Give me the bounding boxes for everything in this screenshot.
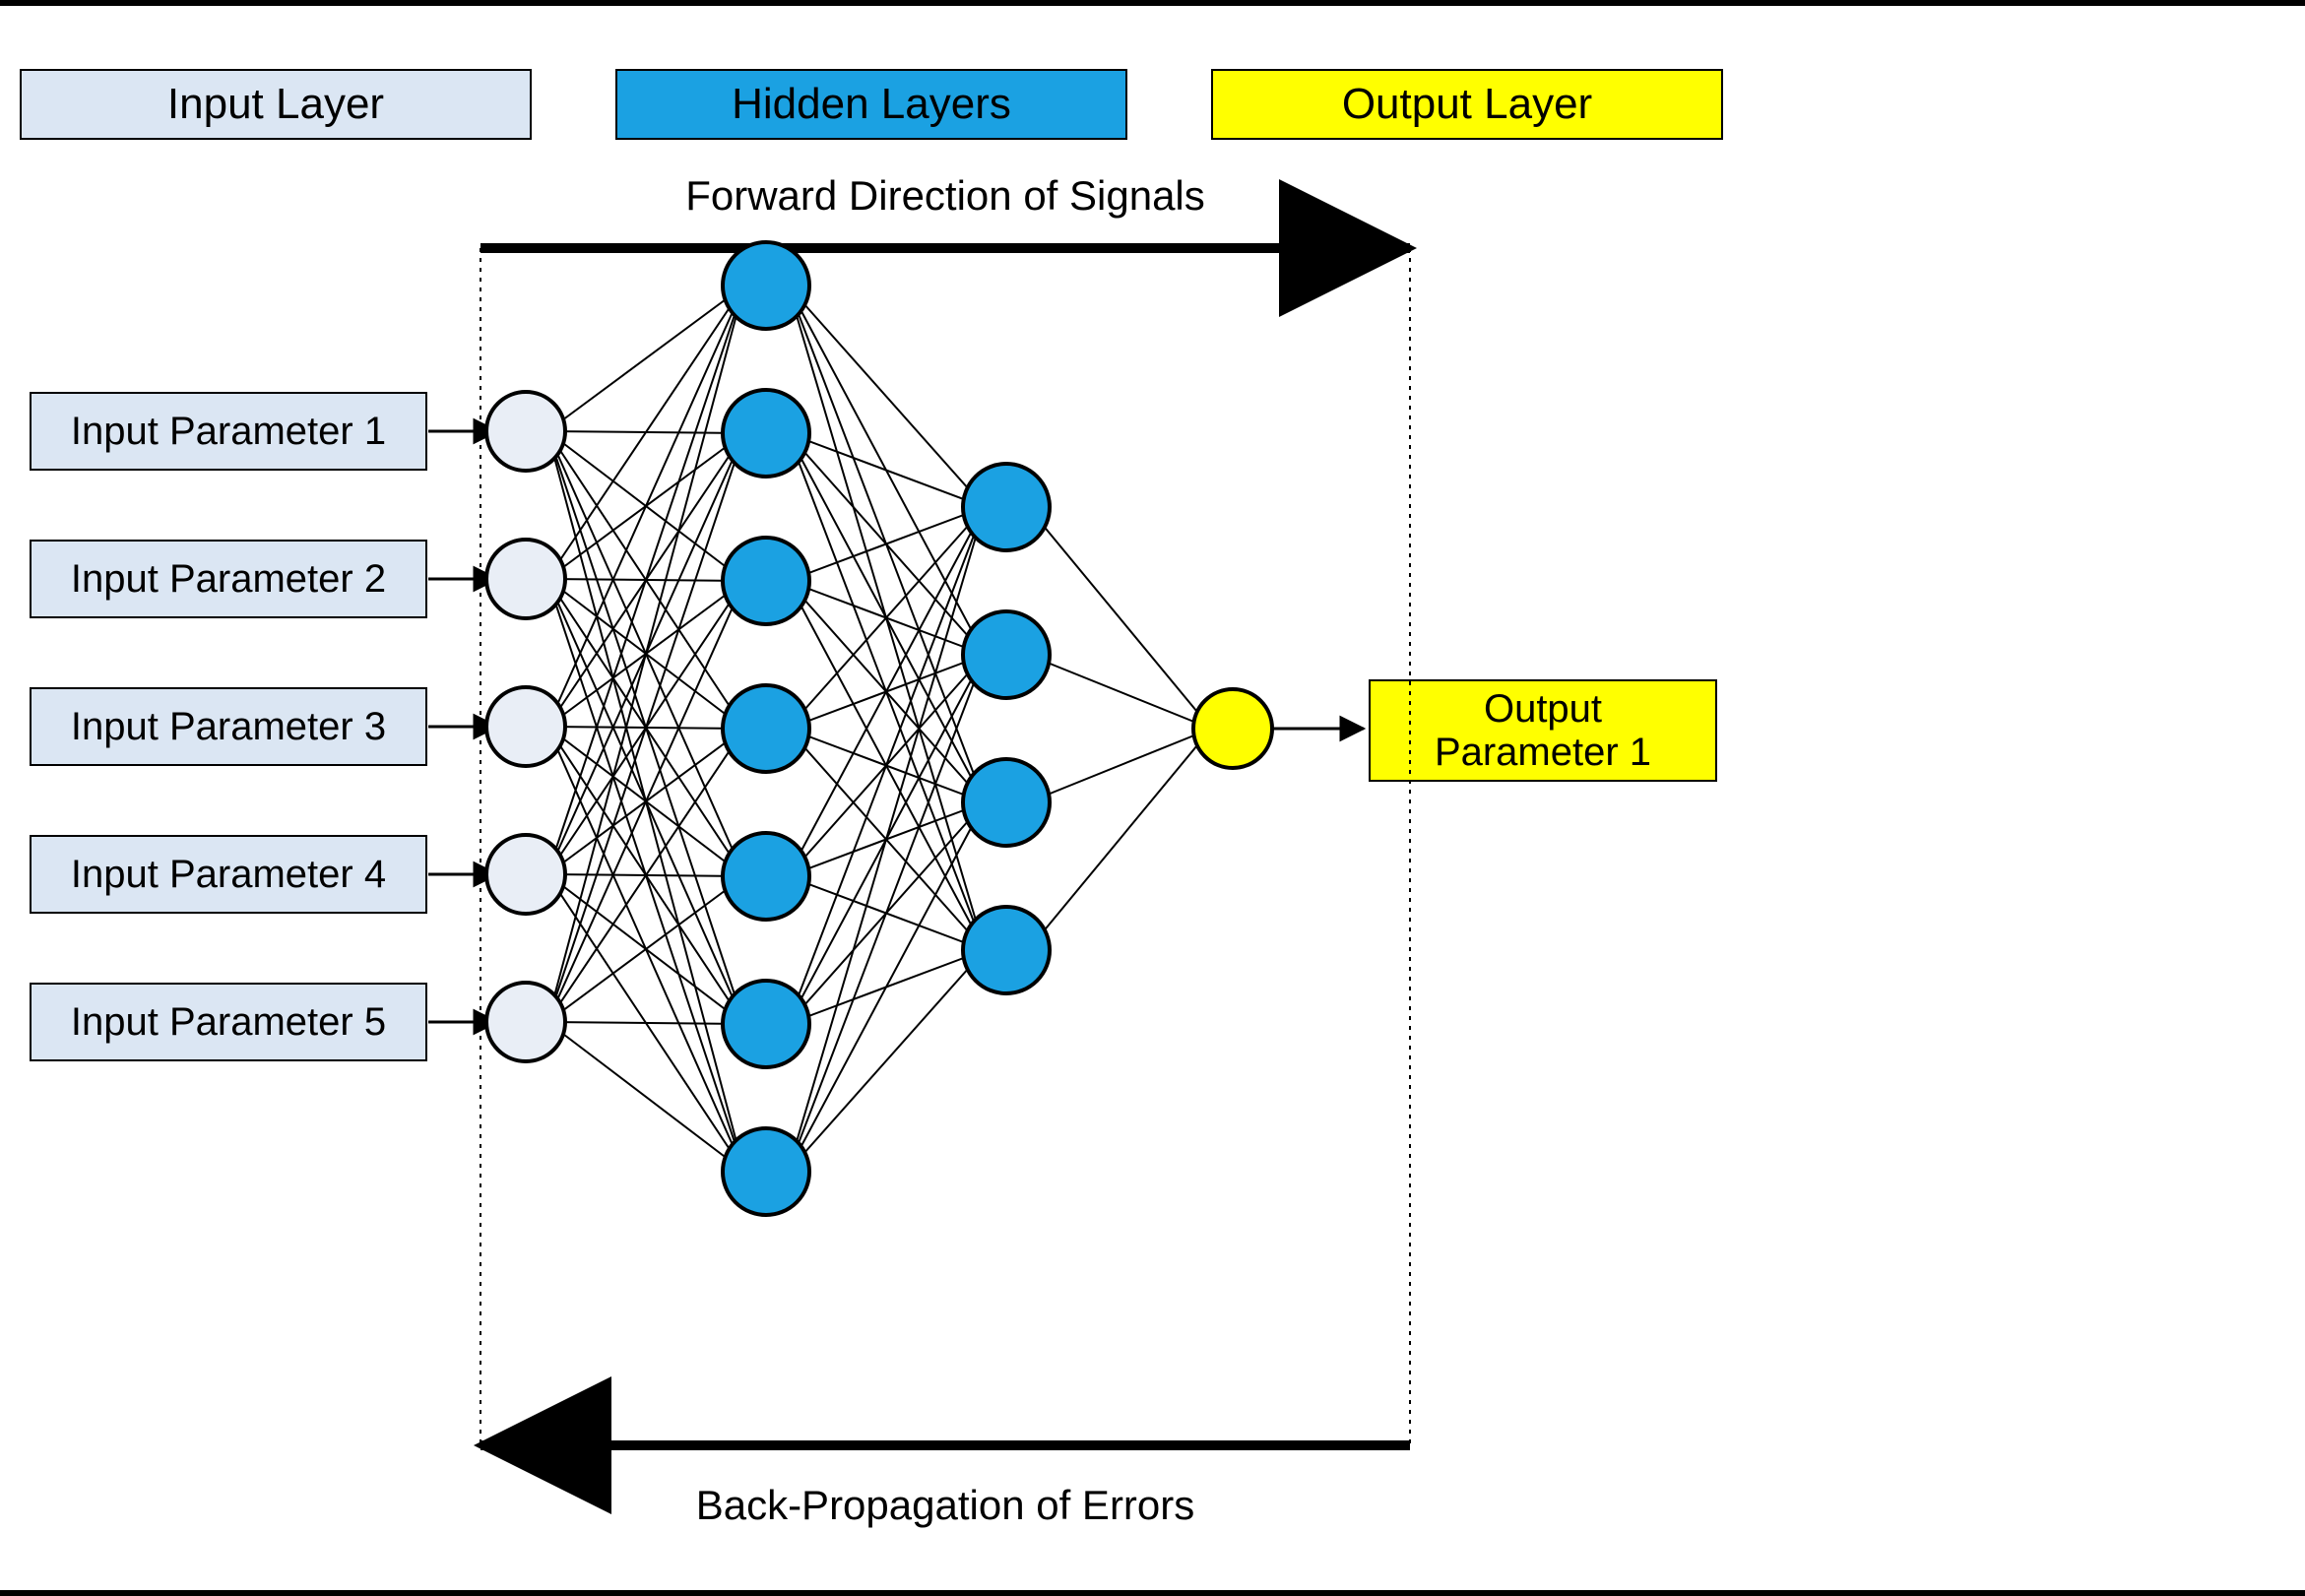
edges-h1-h2: [788, 286, 985, 1172]
edges-input-h1: [547, 286, 744, 1172]
edges-h2-out: [1028, 507, 1211, 950]
network-svg: [0, 0, 2305, 1596]
hidden1-nodes: [723, 242, 809, 1215]
hidden2-nodes: [963, 464, 1050, 993]
diagram-canvas: Input Layer Hidden Layers Output Layer F…: [0, 0, 2305, 1596]
output-nodes: [1193, 689, 1272, 768]
input-nodes: [486, 392, 565, 1061]
